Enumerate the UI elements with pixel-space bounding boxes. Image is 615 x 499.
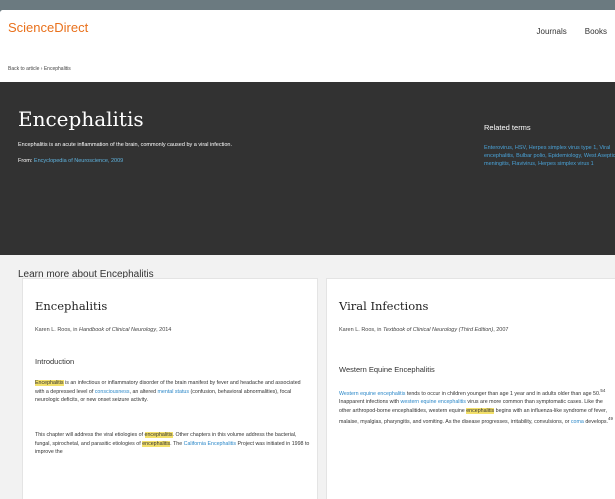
highlight-term: encephalitis <box>142 440 171 447</box>
topic-definition: Encephalitis is an acute inflammation of… <box>18 142 232 148</box>
chapter-card: Encephalitis Karen L. Roos, in Handbook … <box>22 278 318 499</box>
highlight-term: Encephalitis <box>35 380 64 386</box>
card-section-heading: Western Equine Encephalitis <box>339 365 435 374</box>
footnote-ref[interactable]: 49 <box>608 416 613 421</box>
related-terms-links[interactable]: Enterovirus, HSV, Herpes simplex virus t… <box>484 144 615 168</box>
from-label: From: <box>18 158 33 164</box>
chapter-card: Viral Infections Karen L. Roos, in Textb… <box>326 278 615 499</box>
cite-year: , 2014 <box>156 327 172 333</box>
term-link[interactable]: Western equine encephalitis <box>339 391 405 397</box>
text: develops. <box>583 419 609 426</box>
nav-books[interactable]: Books <box>585 27 607 36</box>
card-citation: Karen L. Roos, in Handbook of Clinical N… <box>35 326 315 335</box>
term-link[interactable]: mental status <box>158 389 190 395</box>
text: . The <box>170 440 184 447</box>
top-bar: ScienceDirect Journals Books <box>0 10 615 56</box>
definition-source: From: Encyclopedia of Neuroscience, 2009 <box>18 158 123 164</box>
highlight-term: encephalitis <box>466 407 495 414</box>
top-nav: Journals Books <box>537 27 615 36</box>
cite-year: , 2007 <box>493 327 509 333</box>
text: Inapparent infections with <box>339 399 401 406</box>
topic-header: Encephalitis Encephalitis is an acute in… <box>0 82 615 255</box>
card-paragraph: Western equine encephalitis tends to occ… <box>339 387 615 427</box>
cite-book: Textbook of Clinical Neurology (Third Ed… <box>383 327 494 333</box>
term-link[interactable]: western equine encephalitis <box>401 399 466 405</box>
card-title[interactable]: Encephalitis <box>35 299 107 313</box>
card-paragraph: This chapter will address the viral etio… <box>35 431 311 457</box>
breadcrumb[interactable]: Back to article › Encephalitis <box>8 56 71 82</box>
cite-author: Karen L. Roos, in <box>35 327 78 333</box>
card-title[interactable]: Viral Infections <box>339 299 428 313</box>
cite-author: Karen L. Roos, in <box>339 327 382 333</box>
breadcrumb-bar <box>0 56 615 82</box>
text: tends to occur in children younger than … <box>405 390 601 397</box>
card-paragraph: Encephalitis is an infectious or inflamm… <box>35 379 311 405</box>
term-link[interactable]: California Encephalitis <box>184 441 236 447</box>
page-title: Encephalitis <box>18 107 144 131</box>
term-link[interactable]: consciousness <box>95 389 130 395</box>
card-section-heading: Introduction <box>35 357 75 366</box>
text: , an altered <box>129 388 158 395</box>
text: This chapter will address the viral etio… <box>35 432 145 438</box>
related-terms-heading: Related terms <box>484 123 531 132</box>
footnote-ref[interactable]: 54 <box>600 388 605 393</box>
source-link[interactable]: Encyclopedia of Neuroscience, 2009 <box>34 158 123 164</box>
cite-book: Handbook of Clinical Neurology <box>79 327 157 333</box>
nav-journals[interactable]: Journals <box>537 27 567 36</box>
highlight-term: encephalitis <box>144 432 173 438</box>
term-link[interactable]: coma <box>571 419 584 425</box>
page: ScienceDirect Journals Books Back to art… <box>0 10 615 499</box>
sciencedirect-logo[interactable]: ScienceDirect <box>8 20 88 35</box>
card-citation: Karen L. Roos, in Textbook of Clinical N… <box>339 326 615 335</box>
